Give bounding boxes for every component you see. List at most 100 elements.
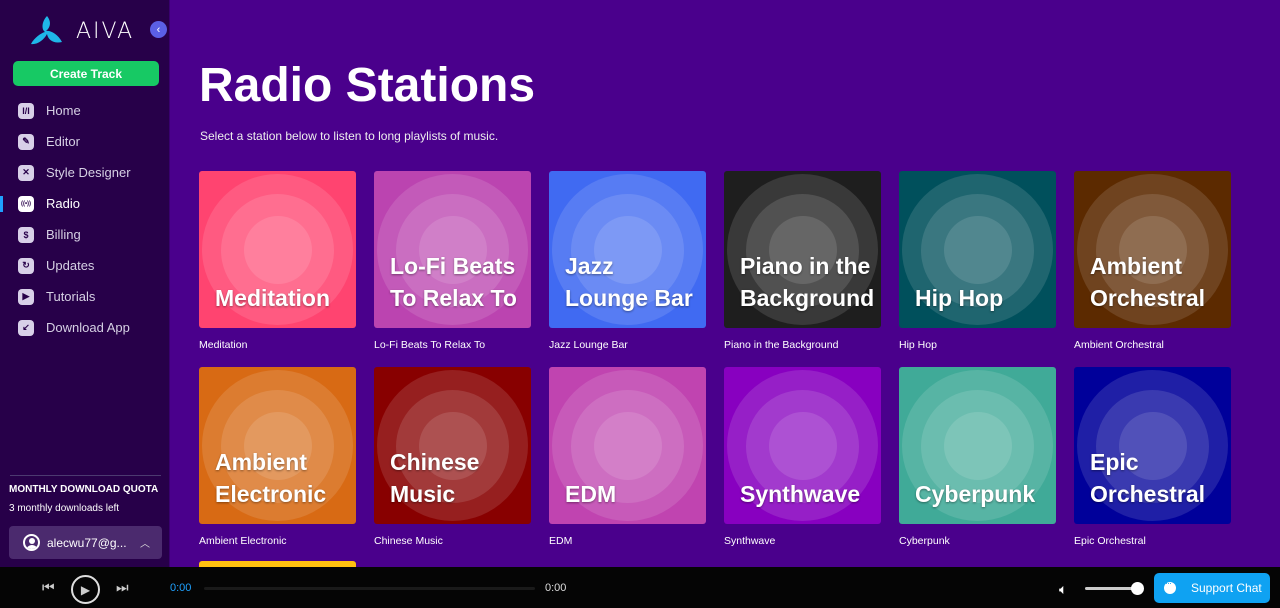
station-name[interactable]: Lo-Fi Beats To Relax To: [374, 339, 531, 351]
artwork-ring: [944, 412, 1012, 480]
sidebar-item-label: Style Designer: [46, 165, 131, 180]
station-artwork[interactable]: EDM: [549, 367, 706, 524]
support-chat-label: Support Chat: [1191, 581, 1262, 595]
quota-remaining: 3 monthly downloads left: [9, 503, 120, 514]
play-icon: ▶: [18, 288, 34, 305]
artwork-ring: [769, 412, 837, 480]
sidebar: AIVA ‹ Create Track I/I Home ✎ Editor ✕ Style…: [0, 0, 170, 567]
station-card[interactable]: Ambient Electronic Ambient Electronic: [199, 367, 356, 547]
station-artwork-title: Ambient Orchestral: [1090, 253, 1206, 311]
station-artwork[interactable]: Cyberpunk: [899, 367, 1056, 524]
station-name[interactable]: Ambient Orchestral: [1074, 339, 1231, 351]
station-name[interactable]: Cyberpunk: [899, 535, 1056, 547]
station-card[interactable]: Hip Hop Hip Hop: [899, 171, 1056, 351]
app-name: AIVA: [76, 18, 135, 44]
account-menu[interactable]: alecwu77@g... ︿: [9, 526, 162, 559]
station-card[interactable]: Cyberpunk Cyberpunk: [899, 367, 1056, 547]
play-icon: ▶: [80, 582, 91, 597]
support-chat-button[interactable]: Support Chat: [1154, 573, 1270, 603]
collapse-sidebar-button[interactable]: ‹: [150, 21, 167, 38]
current-time: 0:00: [170, 582, 192, 594]
station-card[interactable]: Piano in the Background Piano in the Back…: [724, 171, 881, 351]
station-name[interactable]: Ambient Electronic: [199, 535, 356, 547]
artwork-ring: [944, 216, 1012, 284]
station-card[interactable]: Meditation Meditation: [199, 171, 356, 351]
chevron-up-icon: ︿: [140, 539, 150, 550]
create-track-button[interactable]: Create Track: [13, 61, 159, 86]
seek-bar[interactable]: [204, 587, 535, 590]
station-artwork[interactable]: Lo-Fi Beats To Relax To: [374, 171, 531, 328]
station-name[interactable]: Synthwave: [724, 535, 881, 547]
station-artwork[interactable]: Ambient Orchestral: [1074, 171, 1231, 328]
style-designer-icon: ✕: [18, 164, 34, 181]
station-card[interactable]: EDM EDM: [549, 367, 706, 547]
volume-icon[interactable]: 🔈︎: [1059, 581, 1067, 598]
station-artwork[interactable]: Piano in the Background: [724, 171, 881, 328]
page-title: Radio Stations: [199, 59, 536, 112]
station-card[interactable]: Lo-Fi Beats To Relax To Lo-Fi Beats To Re…: [374, 171, 531, 351]
sidebar-item-home[interactable]: I/I Home: [0, 95, 170, 126]
account-email: alecwu77@g...: [47, 535, 127, 550]
main-content: Radio Stations Select a station below to…: [171, 0, 1280, 567]
chat-bubble-icon: [1164, 578, 1176, 594]
user-avatar-icon: [23, 534, 40, 551]
sidebar-item-label: Billing: [46, 227, 81, 242]
station-artwork[interactable]: Synthwave: [724, 367, 881, 524]
station-artwork-title: Cyberpunk: [915, 481, 1036, 507]
sidebar-item-tutorials[interactable]: ▶ Tutorials: [0, 281, 170, 312]
sidebar-item-billing[interactable]: $ Billing: [0, 219, 170, 250]
station-artwork[interactable]: Hip Hop: [899, 171, 1056, 328]
aiva-logo-icon: [31, 16, 62, 45]
station-artwork[interactable]: Ambient Electronic: [199, 367, 356, 524]
station-name[interactable]: Piano in the Background: [724, 339, 881, 351]
station-name[interactable]: EDM: [549, 535, 706, 547]
station-name[interactable]: Meditation: [199, 339, 356, 351]
sidebar-item-style-designer[interactable]: ✕ Style Designer: [0, 157, 170, 188]
station-artwork-title: Piano in the Background: [740, 253, 875, 311]
station-artwork[interactable]: Meditation: [199, 171, 356, 328]
station-card[interactable]: Chinese Music Chinese Music: [374, 367, 531, 547]
sidebar-item-label: Tutorials: [46, 289, 96, 304]
refresh-icon: ↻: [18, 257, 34, 274]
editor-pencil-icon: ✎: [18, 133, 34, 150]
volume-slider-handle[interactable]: [1131, 582, 1144, 595]
station-artwork-title: Synthwave: [740, 481, 861, 507]
station-card[interactable]: Synthwave Synthwave: [724, 367, 881, 547]
station-artwork[interactable]: Jazz Lounge Bar: [549, 171, 706, 328]
next-track-button[interactable]: ⏭: [116, 579, 129, 596]
sidebar-item-download-app[interactable]: ↙ Download App: [0, 312, 170, 343]
station-artwork-title: Hip Hop: [915, 285, 1004, 311]
home-icon: I/I: [18, 102, 34, 119]
station-artwork[interactable]: Chinese Music: [374, 367, 531, 524]
sidebar-item-label: Radio: [46, 196, 80, 211]
sidebar-item-updates[interactable]: ↻ Updates: [0, 250, 170, 281]
station-artwork-title: Epic Orchestral: [1090, 449, 1206, 507]
station-card[interactable]: Epic Orchestral Epic Orchestral: [1074, 367, 1231, 547]
play-button[interactable]: ▶: [71, 575, 100, 604]
logo[interactable]: AIVA: [28, 14, 134, 48]
station-card[interactable]: Ambient Orchestral Ambient Orchestral: [1074, 171, 1231, 351]
volume-slider[interactable]: [1085, 587, 1135, 590]
page-subtitle: Select a station below to listen to long…: [200, 129, 499, 143]
sidebar-item-editor[interactable]: ✎ Editor: [0, 126, 170, 157]
station-artwork[interactable]: Epic Orchestral: [1074, 367, 1231, 524]
station-artwork-title: Lo-Fi Beats To Relax To: [390, 253, 517, 311]
station-artwork-title: Jazz Lounge Bar: [565, 253, 693, 311]
sidebar-item-label: Editor: [46, 134, 80, 149]
station-artwork-title: Meditation: [215, 285, 330, 311]
station-name[interactable]: Jazz Lounge Bar: [549, 339, 706, 351]
station-name[interactable]: Chinese Music: [374, 535, 531, 547]
dollar-icon: $: [18, 226, 34, 243]
sidebar-item-label: Updates: [46, 258, 95, 273]
download-icon: ↙: [18, 319, 34, 336]
station-name[interactable]: Hip Hop: [899, 339, 1056, 351]
station-name[interactable]: Epic Orchestral: [1074, 535, 1231, 547]
artwork-ring: [594, 412, 662, 480]
station-artwork-title: Chinese Music: [390, 449, 480, 507]
station-artwork-title: Ambient Electronic: [215, 449, 327, 507]
divider: [10, 475, 161, 476]
previous-track-button[interactable]: ⏮: [42, 579, 55, 596]
sidebar-item-radio[interactable]: ((•)) Radio: [0, 188, 170, 219]
station-card[interactable]: Jazz Lounge Bar Jazz Lounge Bar: [549, 171, 706, 351]
sidebar-item-label: Download App: [46, 320, 130, 335]
